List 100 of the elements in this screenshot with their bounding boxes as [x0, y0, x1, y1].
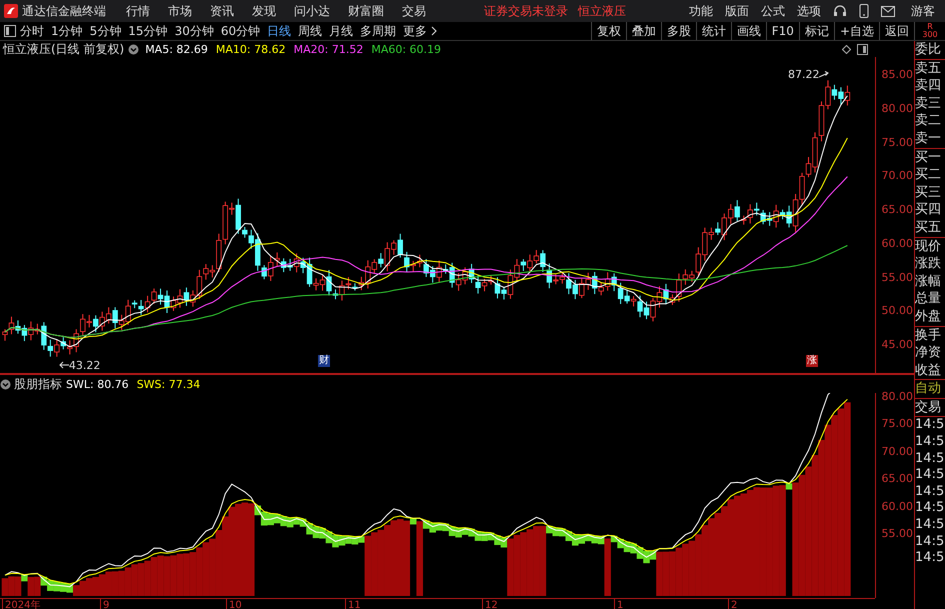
price-tick: 50.00 — [880, 303, 914, 320]
quote-label: 卖三 — [915, 94, 942, 112]
value-tick: 75.00 — [880, 416, 914, 432]
price-tick: 70.00 — [880, 168, 914, 184]
price-tick: 85.00 — [880, 67, 914, 83]
menu-item[interactable]: 发现 — [252, 2, 276, 20]
date-label: 1 — [614, 599, 624, 609]
menu-item[interactable]: 功能 — [689, 2, 713, 20]
quote-label: 卖四 — [915, 77, 942, 95]
mail-icon[interactable] — [881, 6, 895, 16]
status-link[interactable]: 恒立液压 — [578, 2, 626, 20]
price-tick: 80.00 — [880, 100, 914, 117]
trade-time: 14:5 — [915, 484, 945, 500]
corner-label: R — [927, 23, 933, 31]
headset-icon[interactable] — [833, 4, 847, 18]
date-label: 10 — [226, 599, 242, 609]
panel-toggle-icon[interactable] — [4, 25, 16, 37]
trade-mode-button[interactable]: 自动 — [915, 380, 945, 399]
toolbar-button[interactable]: +自选 — [834, 22, 879, 40]
toolbar-button[interactable]: 返回 — [879, 22, 914, 40]
quote-label: 换手 — [915, 326, 942, 344]
quote-label: 卖二 — [915, 112, 942, 130]
trade-time: 14:5 — [915, 534, 945, 550]
date-label: 2 — [728, 599, 738, 609]
chart-title: 恒立液压(日线 前复权) — [3, 40, 124, 58]
menu-item[interactable]: 市场 — [168, 2, 192, 20]
date-label: 11 — [345, 599, 361, 609]
trade-time: 14:5 — [915, 434, 945, 451]
price-label: 87.22 — [788, 68, 820, 82]
indicator-value: SWL: 80.76 — [66, 378, 129, 390]
quote-label: 买二 — [915, 166, 942, 184]
menu-item[interactable]: 选项 — [797, 2, 821, 20]
quote-label: 外盘 — [915, 308, 945, 326]
quote-label: 买五 — [915, 218, 945, 238]
toolbar-button[interactable]: 画线 — [730, 22, 766, 40]
quote-label: 卖五 — [915, 60, 942, 78]
chevron-right-icon — [431, 26, 438, 36]
collapse-icon[interactable] — [0, 378, 11, 390]
quote-label: 现价 — [915, 238, 942, 256]
menu-item[interactable]: 交易 — [402, 2, 426, 20]
date-label: 2024年 — [2, 599, 40, 609]
menu-item[interactable]: 公式 — [761, 2, 785, 20]
indicator-value: SWS: 77.34 — [136, 378, 200, 390]
news-marker[interactable]: 财 — [318, 355, 330, 367]
value-tick: 65.00 — [880, 471, 914, 488]
trade-time: 14:5 — [915, 450, 945, 468]
toolbar-button[interactable]: 多股 — [660, 22, 696, 40]
quote-label: 委比 — [915, 41, 945, 60]
price-tick: 75.00 — [880, 134, 914, 150]
period-tab[interactable]: 30分钟 — [174, 22, 214, 40]
toolbar-button[interactable]: 统计 — [696, 22, 731, 40]
period-tab[interactable]: 周线 — [298, 22, 322, 40]
period-tab[interactable]: 1分钟 — [51, 22, 83, 40]
logo-icon — [4, 4, 18, 18]
limit-up-marker[interactable]: 涨 — [806, 355, 818, 367]
indicator-value: MA60: 60.19 — [371, 42, 442, 56]
period-tab[interactable]: 5分钟 — [90, 22, 122, 40]
arrow-icon — [819, 70, 830, 79]
user-label[interactable]: 游客 — [911, 2, 935, 20]
menu-item[interactable]: 财富圈 — [348, 2, 384, 20]
quote-label: 涨幅 — [915, 272, 942, 290]
menu-item[interactable]: 行情 — [126, 2, 150, 20]
trade-time: 14:5 — [915, 550, 945, 567]
trade-time: 14:5 — [915, 517, 945, 534]
value-tick: 80.00 — [880, 389, 914, 405]
phone-icon[interactable] — [859, 4, 869, 18]
period-tab[interactable]: 15分钟 — [128, 22, 168, 40]
toolbar-button[interactable]: F10 — [766, 22, 799, 40]
collapse-icon[interactable] — [128, 44, 140, 54]
period-tab[interactable]: 分时 — [20, 22, 44, 40]
price-tick: 60.00 — [880, 236, 914, 252]
status-link[interactable]: 证券交易未登录 — [484, 2, 568, 20]
date-label: 12 — [482, 599, 498, 609]
quote-label: 卖一 — [915, 130, 945, 149]
period-tab[interactable]: 月线 — [329, 22, 354, 40]
price-label: 43.22 — [68, 358, 100, 372]
menu-item[interactable]: 资讯 — [210, 2, 234, 20]
quote-label: 买三 — [915, 184, 942, 202]
quote-label: 净资 — [915, 344, 942, 362]
corner-value: 300 — [922, 31, 938, 39]
indicator-value: MA20: 71.52 — [294, 42, 364, 56]
date-label: 9 — [100, 599, 110, 609]
toolbar-button[interactable]: 标记 — [798, 22, 834, 40]
period-tab[interactable]: 更多 — [403, 22, 442, 40]
panel-toggle-icon[interactable] — [857, 44, 868, 54]
menu-item[interactable]: 问小达 — [294, 2, 330, 20]
chart-title: 股朋指标 — [14, 376, 62, 392]
menu-item[interactable]: 版面 — [725, 2, 749, 20]
diamond-icon[interactable] — [842, 44, 852, 54]
trade-time: 14:5 — [915, 467, 945, 484]
value-tick: 70.00 — [880, 444, 914, 460]
period-tab[interactable]: 60分钟 — [220, 22, 260, 40]
quote-label: 买四 — [915, 201, 942, 219]
toolbar-button[interactable]: 叠加 — [626, 22, 661, 40]
period-tab[interactable]: 日线 — [267, 22, 292, 40]
value-tick: 60.00 — [880, 498, 914, 515]
price-tick: 55.00 — [880, 270, 914, 286]
period-tab[interactable]: 多周期 — [360, 22, 396, 40]
trade-time: 14:5 — [915, 500, 945, 518]
toolbar-button[interactable]: 复权 — [590, 22, 626, 40]
